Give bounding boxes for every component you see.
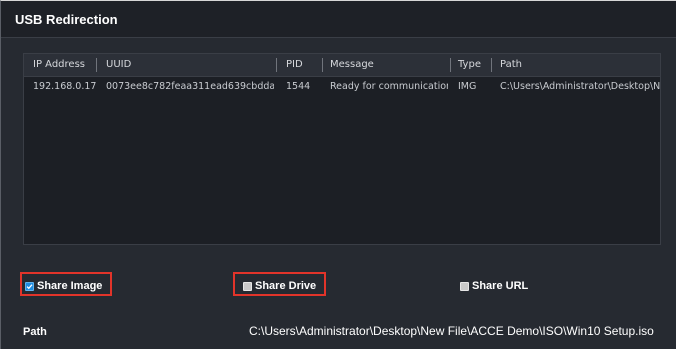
column-header-uuid[interactable]: UUID (106, 59, 131, 70)
title-bar: USB Redirection (1, 1, 676, 38)
cell-type: IMG (458, 81, 477, 92)
share-drive-option[interactable]: Share Drive (243, 279, 316, 293)
column-separator[interactable] (450, 58, 451, 72)
cell-uuid: 0073ee8c782feaa311ead639cbdda230 (106, 81, 274, 92)
cell-path: C:\Users\Administrator\Desktop\New File\… (500, 81, 660, 92)
share-image-label: Share Image (37, 280, 103, 292)
cell-message: Ready for communication (330, 81, 448, 92)
cell-pid: 1544 (286, 81, 311, 92)
column-header-message[interactable]: Message (330, 59, 374, 70)
share-drive-label: Share Drive (255, 280, 317, 292)
share-url-checkbox[interactable] (460, 281, 469, 291)
share-url-option[interactable]: Share URL (460, 279, 528, 293)
share-drive-checkbox[interactable] (243, 281, 252, 291)
column-header-ip-address[interactable]: IP Address (33, 59, 85, 70)
column-header-type[interactable]: Type (458, 59, 481, 70)
usb-redirection-window: USB Redirection IP Address UUID PID Mess… (0, 0, 676, 349)
path-value: C:\Users\Administrator\Desktop\New File\… (249, 324, 654, 338)
cell-ip-address: 192.168.0.17 (33, 81, 97, 92)
path-label: Path (23, 326, 47, 338)
checkmark-icon (26, 283, 33, 289)
column-separator[interactable] (322, 58, 323, 72)
device-table: IP Address UUID PID Message Type Path 19… (23, 53, 661, 245)
share-image-checkbox[interactable] (25, 281, 34, 291)
column-separator[interactable] (491, 58, 492, 72)
column-header-path[interactable]: Path (500, 59, 522, 70)
window-title: USB Redirection (15, 12, 118, 27)
share-image-option[interactable]: Share Image (25, 279, 102, 293)
share-url-label: Share URL (472, 280, 529, 292)
column-header-pid[interactable]: PID (286, 59, 303, 70)
column-separator[interactable] (96, 58, 97, 72)
table-header: IP Address UUID PID Message Type Path (24, 54, 660, 77)
column-separator[interactable] (276, 58, 277, 72)
